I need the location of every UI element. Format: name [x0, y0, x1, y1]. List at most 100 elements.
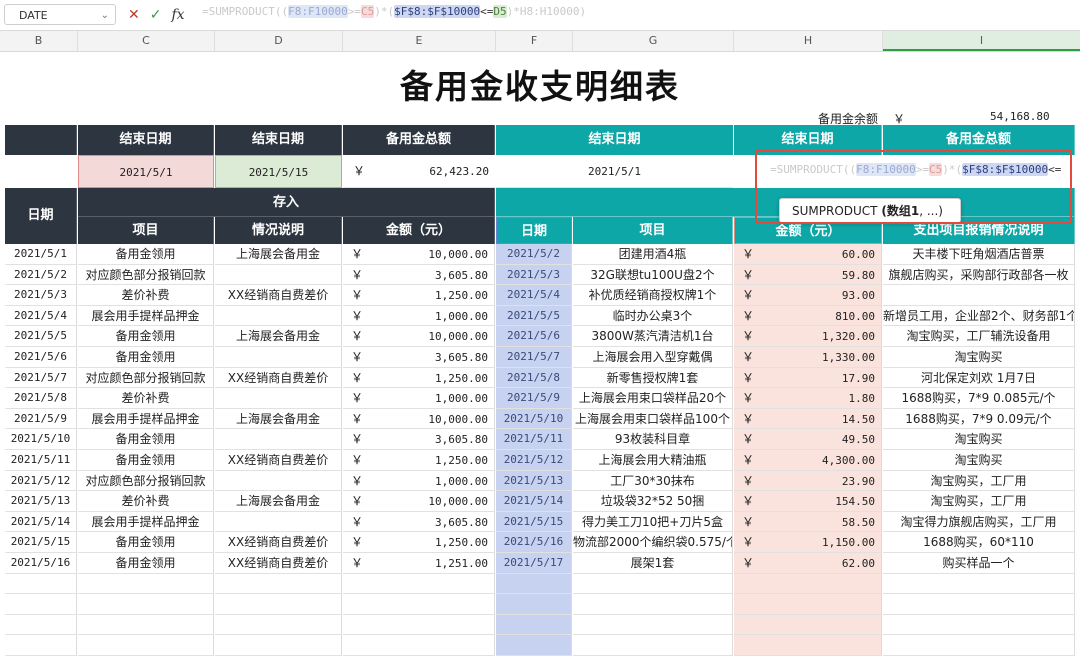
row-amount[interactable]: ￥ 3,605.80 [343, 347, 495, 368]
row-spend-note[interactable]: 新增员工用，企业部2个、财务部1个 [883, 305, 1075, 327]
row-spend-note[interactable] [883, 635, 1075, 656]
row-amount[interactable]: ￥ 3,605.80 [343, 429, 495, 450]
row-spend-date[interactable]: 2021/5/7 [496, 347, 572, 368]
row-spend-date[interactable]: 2021/5/6 [496, 326, 572, 347]
fx-icon[interactable]: fx [171, 7, 184, 23]
row-note[interactable]: 上海展会备用金 [215, 326, 342, 347]
row-item[interactable] [78, 614, 214, 636]
row-spend-note[interactable]: 旗舰店购买，采购部行政部各一枚 [883, 264, 1075, 286]
row-spend-item[interactable]: 补优质经销商授权牌1个 [573, 285, 733, 306]
row-spend-note[interactable]: 河北保定刘欢 1月7日 [883, 367, 1075, 389]
row-spend-item[interactable]: 32G联想tu100U盘2个 [573, 264, 733, 286]
row-spend-item[interactable]: 93枚装科目章 [573, 429, 733, 450]
row-amount[interactable] [343, 573, 495, 595]
row-spend-amount[interactable] [734, 635, 882, 656]
row-note[interactable]: 上海展会备用金 [215, 244, 342, 265]
row-spend-amount[interactable]: ￥ 4,300.00 [734, 450, 882, 471]
row-item[interactable] [78, 594, 214, 615]
row-spend-amount[interactable]: ￥ 14.50 [734, 408, 882, 430]
end-date-cell[interactable]: 2021/5/15 [215, 155, 342, 188]
row-spend-amount[interactable]: ￥ 810.00 [734, 305, 882, 327]
row-date[interactable]: 2021/5/3 [5, 285, 77, 306]
row-date[interactable]: 2021/5/16 [5, 553, 77, 574]
row-amount[interactable] [343, 614, 495, 636]
row-spend-amount[interactable]: ￥ 1,320.00 [734, 326, 882, 347]
row-spend-note[interactable]: 淘宝购买 [883, 450, 1075, 471]
row-item[interactable] [78, 635, 214, 656]
row-amount[interactable]: ￥ 3,605.80 [343, 264, 495, 286]
row-date[interactable] [5, 635, 77, 656]
cell-edit-formula[interactable]: =SUMPRODUCT((F8:F10000>=C5)*($F$8:$F$100… [770, 163, 1070, 176]
balance-value[interactable]: 54,168.80 [990, 110, 1050, 123]
total-cell[interactable]: ￥ 62,423.20 [343, 155, 495, 188]
row-item[interactable]: 差价补费 [78, 285, 214, 306]
name-box[interactable]: DATE ⌄ [4, 4, 116, 25]
row-spend-date[interactable]: 2021/5/16 [496, 532, 572, 553]
formula-input[interactable]: =SUMPRODUCT((F8:F10000>=C5)*($F$8:$F$100… [202, 5, 586, 25]
row-spend-date[interactable]: 2021/5/8 [496, 367, 572, 389]
row-spend-item[interactable]: 物流部2000个编织袋0.575/个 [573, 532, 733, 553]
row-spend-date[interactable]: 2021/5/14 [496, 491, 572, 512]
row-note[interactable]: XX经销商自费差价 [215, 285, 342, 306]
row-amount[interactable]: ￥ 10,000.00 [343, 491, 495, 512]
function-tooltip[interactable]: SUMPRODUCT (数组1, ...) [779, 198, 961, 223]
row-spend-item[interactable] [573, 635, 733, 656]
row-spend-amount[interactable]: ￥ 60.00 [734, 244, 882, 265]
row-spend-date[interactable]: 2021/5/3 [496, 264, 572, 286]
row-spend-item[interactable]: 临时办公桌3个 [573, 305, 733, 327]
chevron-down-icon[interactable]: ⌄ [101, 5, 109, 26]
row-item[interactable]: 备用金领用 [78, 326, 214, 347]
row-item[interactable]: 对应颜色部分报销回款 [78, 264, 214, 286]
row-item[interactable]: 备用金领用 [78, 450, 214, 471]
row-spend-note[interactable]: 淘宝购买，工厂用 [883, 491, 1075, 512]
column-header-g[interactable]: G [573, 31, 734, 51]
row-spend-item[interactable] [573, 614, 733, 636]
row-spend-date[interactable]: 2021/5/10 [496, 408, 572, 430]
confirm-icon[interactable]: ✓ [150, 7, 162, 23]
row-spend-item[interactable]: 展架1套 [573, 553, 733, 574]
row-item[interactable]: 差价补费 [78, 388, 214, 409]
row-date[interactable]: 2021/5/13 [5, 491, 77, 512]
row-spend-amount[interactable]: ￥ 17.90 [734, 367, 882, 389]
row-amount[interactable]: ￥ 1,251.00 [343, 553, 495, 574]
row-spend-date[interactable] [496, 614, 572, 636]
row-amount[interactable] [343, 635, 495, 656]
row-spend-note[interactable]: 天丰楼下旺角烟酒店普票 [883, 244, 1075, 265]
row-spend-note[interactable] [883, 285, 1075, 306]
row-date[interactable] [5, 614, 77, 636]
row-amount[interactable]: ￥ 1,000.00 [343, 470, 495, 492]
row-spend-note[interactable]: 1688购买，60*110 [883, 532, 1075, 553]
row-item[interactable]: 展会用手提样品押金 [78, 511, 214, 533]
row-note[interactable]: XX经销商自费差价 [215, 367, 342, 389]
row-item[interactable]: 展会用手提样品押金 [78, 305, 214, 327]
row-date[interactable]: 2021/5/15 [5, 532, 77, 553]
row-spend-item[interactable] [573, 573, 733, 595]
row-spend-amount[interactable]: ￥ 1,330.00 [734, 347, 882, 368]
row-item[interactable]: 备用金领用 [78, 553, 214, 574]
row-note[interactable] [215, 573, 342, 595]
row-spend-date[interactable]: 2021/5/12 [496, 450, 572, 471]
row-amount[interactable]: ￥ 1,250.00 [343, 450, 495, 471]
right-start-date-cell[interactable]: 2021/5/1 [496, 155, 733, 188]
row-note[interactable] [215, 429, 342, 450]
row-spend-item[interactable]: 工厂30*30抹布 [573, 470, 733, 492]
column-header-f[interactable]: F [496, 31, 573, 51]
row-spend-note[interactable]: 淘宝购买，工厂用 [883, 470, 1075, 492]
row-spend-note[interactable] [883, 614, 1075, 636]
row-date[interactable]: 2021/5/6 [5, 347, 77, 368]
row-date[interactable]: 2021/5/7 [5, 367, 77, 389]
row-spend-amount[interactable]: ￥ 58.50 [734, 511, 882, 533]
row-date[interactable] [5, 573, 77, 595]
row-spend-date[interactable]: 2021/5/5 [496, 305, 572, 327]
row-spend-item[interactable]: 上海展会用束口袋样品100个 [573, 408, 733, 430]
row-spend-item[interactable]: 3800W蒸汽清洁机1台 [573, 326, 733, 347]
row-item[interactable]: 展会用手提样品押金 [78, 408, 214, 430]
row-item[interactable]: 对应颜色部分报销回款 [78, 367, 214, 389]
column-header-i[interactable]: I [883, 31, 1080, 51]
row-item[interactable] [78, 573, 214, 595]
row-spend-amount[interactable]: ￥ 62.00 [734, 553, 882, 574]
row-spend-note[interactable]: 1688购买，7*9 0.09元/个 [883, 408, 1075, 430]
row-amount[interactable]: ￥ 1,250.00 [343, 367, 495, 389]
column-header-b[interactable]: B [0, 31, 78, 51]
row-spend-amount[interactable]: ￥ 59.80 [734, 264, 882, 286]
